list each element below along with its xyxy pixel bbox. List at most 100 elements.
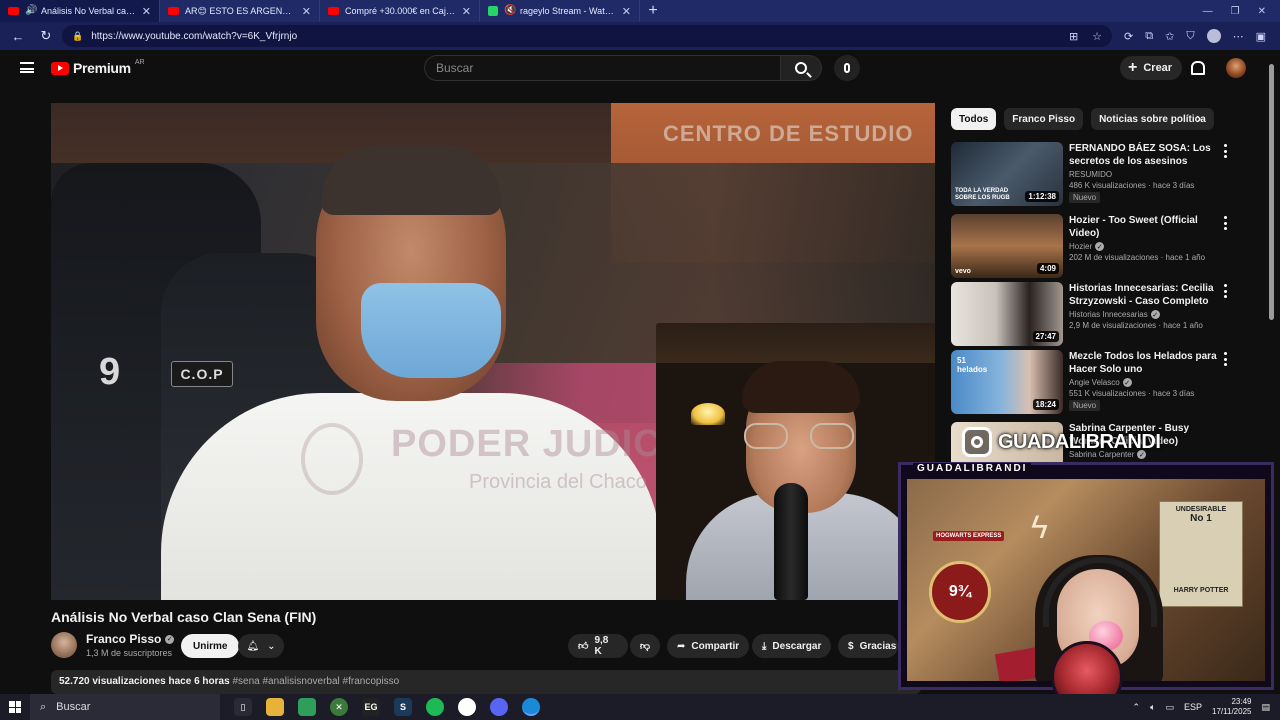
like-button[interactable]: 👍︎ 9,8 K [568, 634, 628, 658]
profile-avatar[interactable] [1206, 29, 1221, 43]
hamburger-menu-icon[interactable] [20, 62, 34, 73]
recommendation-channel[interactable]: Historias Innecesarias [1069, 310, 1148, 319]
download-button[interactable]: ⤓ Descargar [752, 634, 832, 658]
more-options-icon[interactable] [1223, 352, 1227, 366]
new-tab-button[interactable]: + [640, 0, 666, 22]
network-icon[interactable]: ▭ [1166, 702, 1175, 713]
extensions-icon[interactable]: ⧉ [1145, 30, 1153, 43]
url-field[interactable]: 🔒 https://www.youtube.com/watch?v=6K_Vfr… [62, 25, 1113, 47]
share-button[interactable]: ➦ Compartir [667, 634, 750, 658]
close-icon[interactable]: ✕ [142, 5, 151, 18]
minimize-icon[interactable]: — [1203, 6, 1213, 17]
subscriber-count: 1,3 M de suscriptores [86, 648, 173, 658]
epic-games-icon[interactable]: EG [362, 698, 380, 716]
speaker-icon[interactable]: 🔊 [25, 6, 37, 16]
file-explorer-icon[interactable] [266, 698, 284, 716]
lock-icon[interactable]: 🔒 [72, 31, 83, 42]
notifications-bell-icon[interactable] [1190, 60, 1205, 75]
search-icon [795, 62, 807, 74]
language-indicator[interactable]: ESP [1184, 702, 1202, 712]
recommendation-channel[interactable]: RESUMIDO [1069, 170, 1221, 179]
description-box[interactable]: 52.720 visualizaciones hace 6 horas #sen… [51, 670, 921, 694]
app-install-icon[interactable]: ⊞ [1069, 30, 1078, 43]
create-button[interactable]: + Crear [1120, 56, 1183, 80]
voice-search-button[interactable] [834, 55, 860, 81]
recommendation-channel-row[interactable]: Historias Innecesarias ✓ [1069, 310, 1221, 319]
youtube-icon [328, 7, 339, 15]
browser-tab-2[interactable]: AR😊 ESTO ES ARGENTINA! MEJO ✕ [160, 0, 320, 22]
recommendation-item[interactable]: 51 helados 18:24 Mezcle Todos los Helado… [951, 350, 1227, 414]
search-input[interactable]: Buscar [424, 55, 781, 81]
chevron-up-icon[interactable]: ⌃ [1133, 702, 1141, 713]
back-icon[interactable]: ← [6, 25, 30, 47]
video-player[interactable]: CENTRO DE ESTUDIO 9 C.O.P PODER JUDICIAL… [51, 103, 935, 600]
chip-todos[interactable]: Todos [951, 108, 997, 130]
recommendation-thumbnail[interactable]: TODA LA VERDAD SOBRE LOS RUGB 1:12:38 [951, 142, 1063, 206]
thanks-button[interactable]: $ Gracias [838, 634, 898, 658]
steam-icon[interactable]: S [394, 698, 412, 716]
shield-icon[interactable]: ⛉ [1186, 30, 1194, 43]
volume-icon[interactable]: 🔈︎ [1150, 702, 1155, 713]
more-options-icon[interactable] [1223, 144, 1227, 158]
recommendation-item[interactable]: 27:47 Historias Innecesarias: Cecilia St… [951, 282, 1227, 346]
recommendation-thumbnail[interactable]: 51 helados 18:24 [951, 350, 1063, 414]
spotify-icon[interactable] [426, 698, 444, 716]
hashtags[interactable]: #sena #analisisnoverbal #francopisso [232, 676, 399, 687]
green-app-icon[interactable] [298, 698, 316, 716]
youtube-icon [168, 7, 179, 15]
more-options-icon[interactable] [1223, 284, 1227, 298]
chrome-icon[interactable] [458, 698, 476, 716]
channel-avatar[interactable] [51, 632, 77, 658]
refresh-icon[interactable]: ↻ [34, 25, 58, 47]
recommendation-channel-row[interactable]: Hozier ✓ [1069, 242, 1221, 251]
channel-name-row[interactable]: Franco Pisso ✓ [86, 632, 175, 646]
page-scrollbar[interactable] [1269, 64, 1274, 320]
muted-speaker-icon[interactable]: 🔇 [504, 6, 516, 16]
channel-name[interactable]: Franco Pisso [86, 632, 161, 646]
browser-tab-4[interactable]: 🔇 rageylo Stream - Watch Live ✕ [480, 0, 640, 22]
favorites-icon[interactable]: ✩ [1165, 30, 1174, 43]
recommendation-item[interactable]: vevo 4:09 Hozier - Too Sweet (Official V… [951, 214, 1227, 278]
chip-franco-pisso[interactable]: Franco Pisso [1004, 108, 1084, 130]
more-options-icon[interactable] [1223, 216, 1227, 230]
close-icon[interactable]: ✕ [622, 5, 631, 18]
recommendation-channel[interactable]: Hozier [1069, 242, 1092, 251]
more-icon[interactable]: ⋯ [1233, 30, 1244, 43]
start-button[interactable] [0, 694, 30, 720]
recommendation-title[interactable]: FERNANDO BÁEZ SOSA: Los secretos de los … [1069, 142, 1221, 168]
taskbar-search[interactable]: ⌕ Buscar [30, 694, 220, 720]
discord-icon[interactable] [490, 698, 508, 716]
clock[interactable]: 23:49 17/11/2025 [1212, 697, 1251, 717]
browser-tab-1[interactable]: 🔊 Análisis No Verbal caso Clan ✕ [0, 0, 160, 22]
chevron-right-icon[interactable]: › [1196, 110, 1201, 128]
notification-settings-button[interactable]: 🔔︎ ⌄ [238, 634, 284, 658]
sidebar-icon[interactable]: ▣ [1256, 30, 1266, 43]
search-button[interactable] [781, 55, 822, 81]
recommendation-thumbnail[interactable]: 27:47 [951, 282, 1063, 346]
close-icon[interactable]: ✕ [462, 5, 471, 18]
favorite-star-icon[interactable]: ☆ [1092, 30, 1102, 43]
close-window-icon[interactable]: ✕ [1258, 6, 1266, 17]
close-icon[interactable]: ✕ [302, 5, 311, 18]
recommendation-title[interactable]: Hozier - Too Sweet (Official Video) [1069, 214, 1221, 240]
refresh-alt-icon[interactable]: ⟳ [1124, 30, 1133, 43]
browser-tab-3[interactable]: Compré +30.000€ en Cajas Miste ✕ [320, 0, 480, 22]
dislike-button[interactable]: 👎︎ [630, 634, 660, 658]
edge-icon[interactable] [522, 698, 540, 716]
recommendation-title[interactable]: Mezcle Todos los Helados para Hacer Solo… [1069, 350, 1221, 376]
recommendation-title[interactable]: Historias Innecesarias: Cecilia Strzyzow… [1069, 282, 1221, 308]
recommendation-channel-row[interactable]: Angie Velasco ✓ [1069, 378, 1221, 387]
recommendation-item[interactable]: TODA LA VERDAD SOBRE LOS RUGB 1:12:38 FE… [951, 142, 1227, 206]
video-duration: 27:47 [1032, 331, 1059, 342]
clock-time: 23:49 [1231, 697, 1252, 706]
youtube-logo[interactable]: Premium AR [51, 59, 145, 76]
account-avatar[interactable] [1226, 58, 1246, 78]
task-view-icon[interactable]: ▯ [234, 698, 252, 716]
notifications-icon[interactable]: ▤ [1261, 702, 1270, 713]
poster-name: HARRY POTTER [1173, 587, 1229, 594]
join-button[interactable]: Unirme [181, 634, 240, 658]
xbox-icon[interactable]: ✕ [330, 698, 348, 716]
recommendation-channel[interactable]: Angie Velasco [1069, 378, 1120, 387]
recommendation-thumbnail[interactable]: vevo 4:09 [951, 214, 1063, 278]
maximize-icon[interactable]: ❐ [1231, 6, 1240, 17]
